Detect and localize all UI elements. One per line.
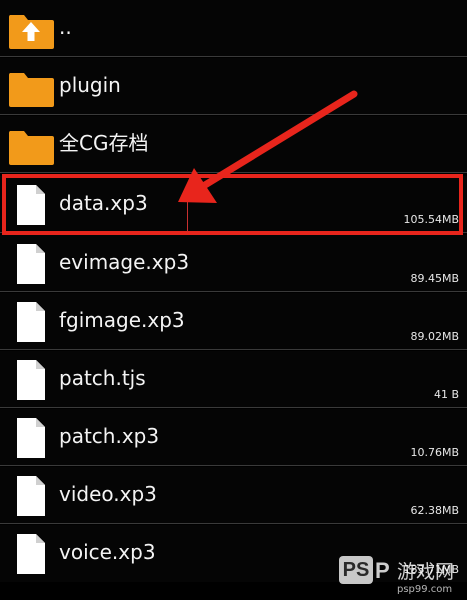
file-icon: [7, 532, 55, 576]
file-size: 41 B: [433, 388, 459, 401]
file-size: 10.76MB: [410, 446, 459, 459]
file-name: voice.xp3: [59, 540, 156, 564]
file-name: evimage.xp3: [59, 250, 190, 274]
file-size: 89.45MB: [410, 272, 459, 285]
highlight-box: [2, 174, 463, 235]
file-size: 89.02MB: [410, 330, 459, 343]
file-icon: [7, 300, 55, 344]
folder-up-icon: [7, 7, 55, 51]
list-item-file-fgimage[interactable]: fgimage.xp3 89.02MB: [0, 293, 467, 350]
watermark-logo-extra: P: [375, 558, 390, 583]
watermark-url: psp99.com: [397, 584, 453, 595]
list-item-file-video[interactable]: video.xp3 62.38MB: [0, 467, 467, 524]
list-item-folder-cg[interactable]: 全CG存档: [0, 116, 467, 173]
list-item-file-evimage[interactable]: evimage.xp3 89.45MB: [0, 235, 467, 292]
file-size: 62.38MB: [410, 504, 459, 517]
text-cursor: [187, 190, 188, 232]
folder-icon: [7, 123, 55, 167]
list-item-folder-plugin[interactable]: plugin: [0, 58, 467, 115]
file-name: fgimage.xp3: [59, 308, 185, 332]
folder-icon: [7, 65, 55, 109]
file-list: .. plugin 全CG存档 data.xp3 105.54MB evimag…: [0, 0, 467, 600]
watermark: PS P 游戏网 psp99.com: [335, 554, 467, 600]
file-icon: [7, 358, 55, 402]
file-name: patch.xp3: [59, 424, 160, 448]
watermark-name: 游戏网: [397, 561, 455, 583]
file-icon: [7, 474, 55, 518]
file-icon: [7, 416, 55, 460]
watermark-logo: PS: [339, 556, 373, 584]
list-item-file-patch-xp3[interactable]: patch.xp3 10.76MB: [0, 409, 467, 466]
file-name: video.xp3: [59, 482, 157, 506]
file-name: patch.tjs: [59, 366, 146, 390]
list-item-parent-dir[interactable]: ..: [0, 0, 467, 57]
file-name: ..: [59, 15, 72, 39]
list-item-file-patch-tjs[interactable]: patch.tjs 41 B: [0, 351, 467, 408]
file-name: plugin: [59, 73, 121, 97]
file-name: 全CG存档: [59, 131, 149, 155]
file-icon: [7, 242, 55, 286]
